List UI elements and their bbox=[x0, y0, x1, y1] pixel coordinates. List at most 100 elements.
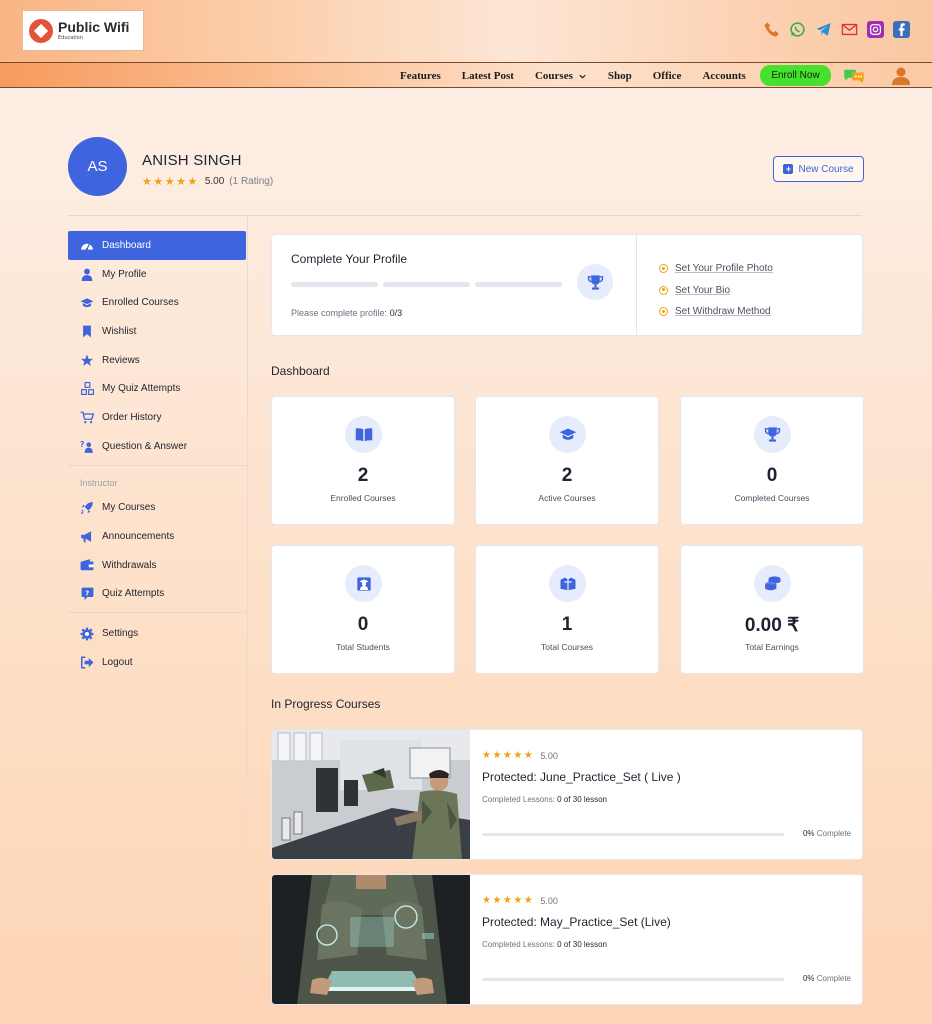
stat-value: 2 bbox=[561, 465, 573, 486]
brand-logo[interactable]: Public Wifi Education bbox=[22, 10, 144, 51]
stat-label: Enrolled Courses bbox=[330, 493, 396, 503]
brand-tagline: Education bbox=[58, 35, 83, 41]
avatar[interactable]: AS bbox=[68, 137, 127, 196]
mail-icon[interactable] bbox=[841, 21, 858, 38]
lessons-value: 0 of 30 lesson bbox=[557, 795, 607, 804]
svg-text:?: ? bbox=[85, 589, 89, 598]
sidebar-item-label: Quiz Attempts bbox=[102, 588, 165, 600]
stat-value: 0 bbox=[766, 465, 778, 486]
stat-label: Total Courses bbox=[541, 642, 593, 652]
header-divider bbox=[68, 215, 862, 216]
facebook-icon[interactable] bbox=[893, 21, 910, 38]
megaphone-icon bbox=[80, 530, 94, 544]
instructor-heading: Instructor bbox=[80, 477, 118, 488]
nav-accounts[interactable]: Accounts bbox=[702, 70, 745, 82]
course-card[interactable]: ★★★★★ 5.00 Protected: June_Practice_Set … bbox=[271, 729, 863, 860]
nav-courses[interactable]: Courses bbox=[535, 70, 587, 82]
nav-courses-label: Courses bbox=[534, 70, 573, 82]
set-bio-link[interactable]: Set Your Bio bbox=[659, 280, 773, 302]
phone-icon[interactable] bbox=[763, 21, 780, 38]
sidebar-divider bbox=[247, 216, 248, 1024]
progress-step bbox=[383, 282, 470, 287]
social-links bbox=[763, 21, 910, 38]
sidebar-separator bbox=[68, 464, 246, 466]
rocket-icon bbox=[80, 501, 94, 515]
complete-profile-card: Complete Your Profile Please complete pr… bbox=[271, 234, 863, 336]
in-progress-section-title: In Progress Courses bbox=[271, 697, 381, 711]
account-icon[interactable] bbox=[891, 67, 911, 85]
sidebar-item-quiz-attempts[interactable]: ? Quiz Attempts bbox=[68, 580, 246, 609]
new-course-button[interactable]: + New Course bbox=[773, 156, 864, 182]
sidebar-item-reviews[interactable]: Reviews bbox=[68, 346, 246, 375]
completion-note-label: Please complete profile: bbox=[291, 308, 388, 318]
course-title[interactable]: Protected: May_Practice_Set (Live) bbox=[482, 915, 671, 929]
set-profile-photo-link[interactable]: Set Your Profile Photo bbox=[659, 258, 773, 280]
sidebar-item-announcements[interactable]: Announcements bbox=[68, 522, 246, 551]
link-label: Set Withdraw Method bbox=[675, 306, 771, 318]
coins-icon bbox=[754, 565, 791, 602]
pending-dot-icon bbox=[659, 285, 668, 295]
sidebar-item-question-answer[interactable]: ? Question & Answer bbox=[68, 432, 246, 461]
nav-latest-post[interactable]: Latest Post bbox=[462, 70, 514, 82]
nav-features[interactable]: Features bbox=[400, 70, 441, 82]
course-progress-percent: 0% Complete bbox=[803, 829, 851, 838]
enroll-now-button[interactable]: Enroll Now bbox=[760, 65, 831, 86]
whatsapp-icon[interactable] bbox=[789, 21, 806, 38]
completion-note-value: 0/3 bbox=[389, 308, 403, 318]
stat-card-total-courses: 1 Total Courses bbox=[475, 545, 659, 674]
sidebar-item-my-quiz-attempts[interactable]: My Quiz Attempts bbox=[68, 374, 246, 403]
nav-office[interactable]: Office bbox=[653, 70, 682, 82]
stat-card-active-courses: 2 Active Courses bbox=[475, 396, 659, 525]
quiz-question-icon: ? bbox=[80, 587, 94, 601]
quiz-icon bbox=[80, 382, 94, 396]
stat-label: Active Courses bbox=[538, 493, 596, 503]
user-name: ANISH SINGH bbox=[142, 152, 242, 169]
sidebar-item-label: Dashboard bbox=[102, 239, 151, 251]
sidebar-item-dashboard[interactable]: Dashboard bbox=[68, 231, 246, 260]
chat-icon[interactable] bbox=[843, 68, 865, 84]
stat-label: Total Earnings bbox=[745, 642, 799, 652]
course-lessons: Completed Lessons: 0 of 30 lesson bbox=[482, 795, 607, 804]
dashboard-section-title: Dashboard bbox=[271, 364, 330, 378]
rating-stars: ★★★★★ bbox=[142, 176, 199, 188]
sidebar-item-my-courses[interactable]: My Courses bbox=[68, 494, 246, 523]
percent-value: 0% bbox=[802, 829, 815, 838]
course-rating: ★★★★★ 5.00 bbox=[482, 750, 558, 761]
brand-name: Public Wifi bbox=[58, 19, 130, 35]
sidebar-item-label: Enrolled Courses bbox=[102, 297, 179, 309]
nav-shop[interactable]: Shop bbox=[608, 70, 632, 82]
pending-dot-icon bbox=[659, 264, 668, 274]
rating-value: 5.00 bbox=[540, 750, 558, 761]
sidebar-item-my-profile[interactable]: My Profile bbox=[68, 260, 246, 289]
sidebar-item-label: My Profile bbox=[102, 268, 147, 280]
question-icon: ? bbox=[80, 439, 94, 453]
course-thumbnail[interactable] bbox=[272, 875, 470, 1005]
trophy-icon bbox=[577, 264, 613, 300]
user-icon bbox=[80, 267, 94, 281]
set-withdraw-method-link[interactable]: Set Withdraw Method bbox=[659, 301, 773, 323]
sidebar-item-enrolled-courses[interactable]: Enrolled Courses bbox=[68, 288, 246, 317]
complete-profile-title: Complete Your Profile bbox=[291, 252, 408, 266]
pending-dot-icon bbox=[659, 307, 668, 317]
wallet-icon bbox=[80, 558, 94, 572]
course-title[interactable]: Protected: June_Practice_Set ( Live ) bbox=[482, 770, 681, 784]
sidebar-item-withdrawals[interactable]: Withdrawals bbox=[68, 551, 246, 580]
sidebar-item-label: Withdrawals bbox=[102, 559, 157, 571]
telegram-icon[interactable] bbox=[815, 21, 832, 38]
dashboard-sidebar: Dashboard My Profile Enrolled Courses Wi… bbox=[68, 231, 246, 677]
sidebar-item-label: Announcements bbox=[102, 531, 175, 543]
course-rating: ★★★★★ 5.00 bbox=[482, 895, 558, 906]
sidebar-item-settings[interactable]: Settings bbox=[68, 619, 246, 648]
sidebar-item-wishlist[interactable]: Wishlist bbox=[68, 317, 246, 346]
sidebar-item-order-history[interactable]: Order History bbox=[68, 403, 246, 432]
instagram-icon[interactable] bbox=[867, 21, 884, 38]
rating-value: 5.00 bbox=[540, 895, 558, 906]
rating-stars: ★★★★★ bbox=[482, 895, 535, 906]
sidebar-item-label: My Courses bbox=[102, 502, 156, 514]
top-header: Public Wifi Education bbox=[0, 0, 932, 62]
sidebar-item-logout[interactable]: Logout bbox=[68, 648, 246, 677]
trophy-icon bbox=[754, 416, 791, 453]
course-card[interactable]: ★★★★★ 5.00 Protected: May_Practice_Set (… bbox=[271, 874, 863, 1005]
course-thumbnail[interactable] bbox=[272, 730, 470, 860]
bookmark-icon bbox=[80, 324, 94, 338]
